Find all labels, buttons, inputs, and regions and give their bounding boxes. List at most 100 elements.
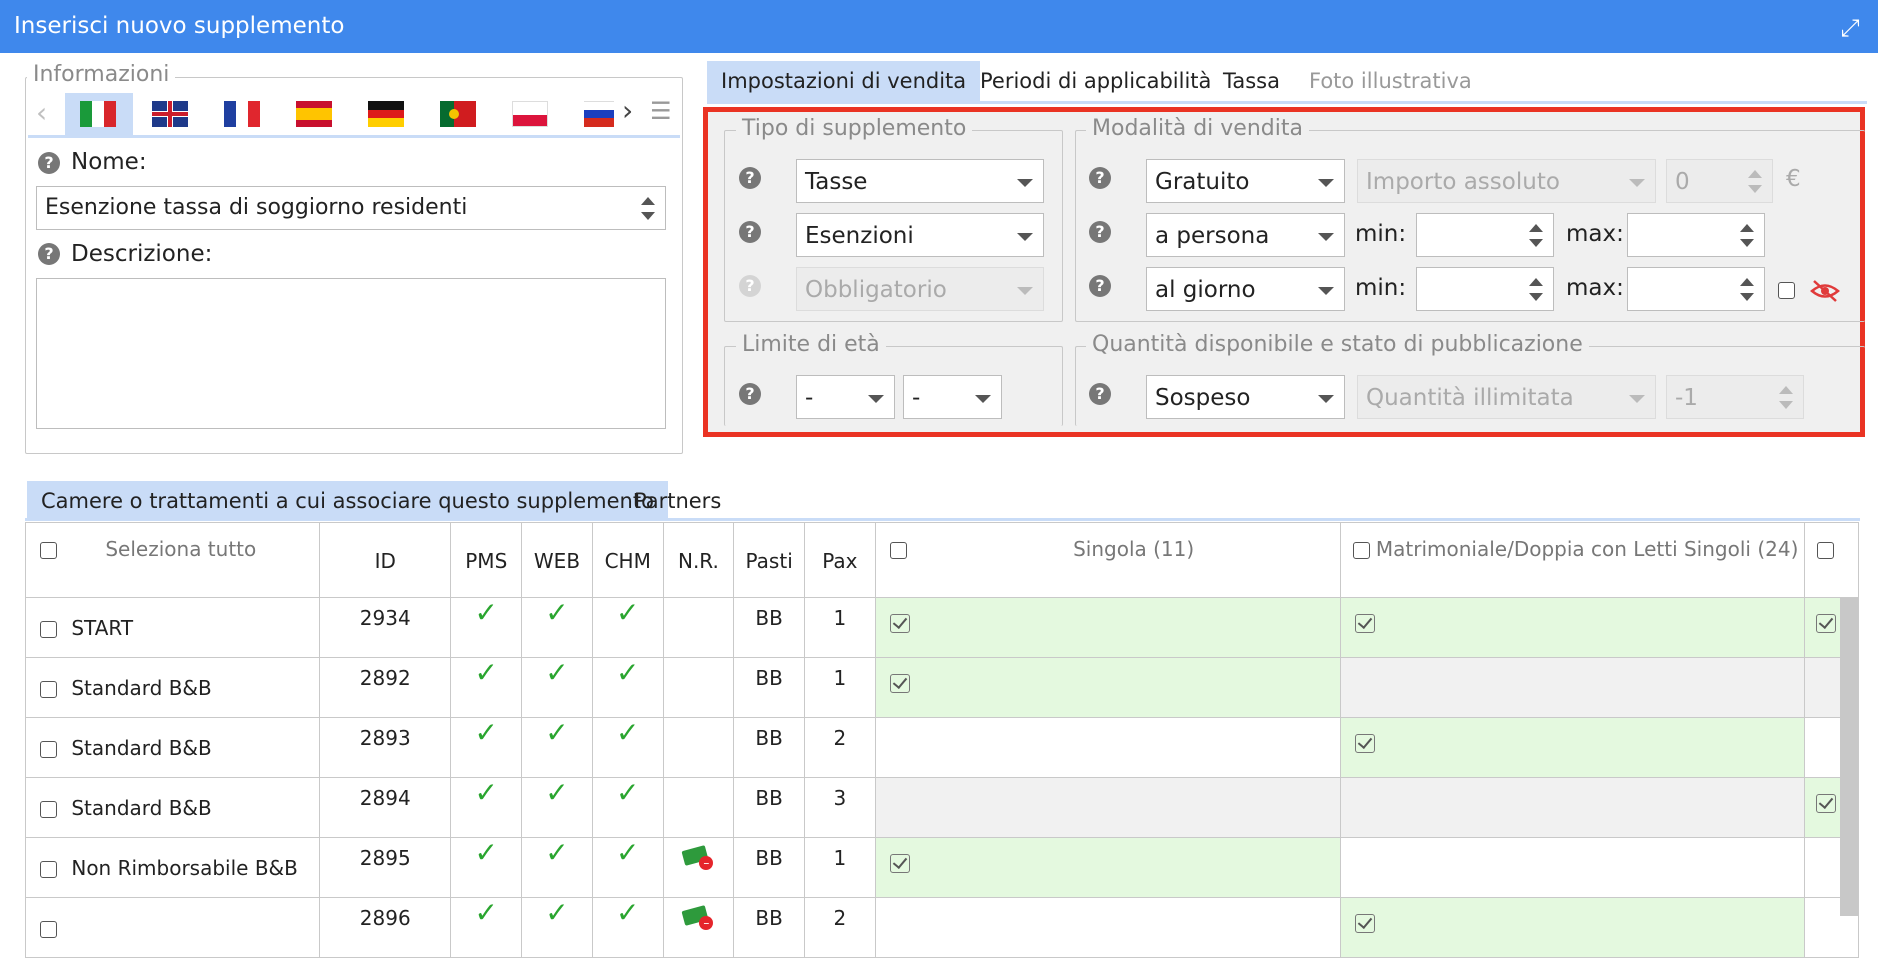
- check-icon: ✓: [474, 716, 498, 749]
- max-label: max:: [1566, 221, 1624, 247]
- row-pasti: BB: [733, 777, 805, 838]
- checked-box-icon[interactable]: [1354, 614, 1375, 633]
- name-input-value: Esenzione tassa di soggiorno residenti: [45, 195, 468, 220]
- web-cell: ✓: [521, 717, 593, 778]
- status-select[interactable]: Sospeso: [1146, 375, 1345, 419]
- room-2-cell[interactable]: [1339, 897, 1806, 958]
- nr-cell: [662, 657, 735, 718]
- row-id: 2894: [319, 777, 452, 838]
- checked-box-icon[interactable]: [1816, 794, 1837, 813]
- per-unit-select[interactable]: a persona: [1146, 213, 1345, 257]
- age-from-select[interactable]: -: [796, 375, 895, 419]
- flag-it-icon[interactable]: [80, 101, 116, 127]
- scrollbar[interactable]: [1840, 598, 1858, 916]
- row-name-cell: Standard B&B: [24, 657, 321, 718]
- room-1-cell: [874, 897, 1341, 958]
- description-textarea[interactable]: [36, 278, 666, 429]
- chevron-right-icon[interactable]: ›: [622, 94, 633, 127]
- row-checkbox[interactable]: [40, 861, 57, 878]
- age-to-select[interactable]: -: [903, 375, 1002, 419]
- pms-cell: ✓: [450, 897, 523, 958]
- pms-header: PMS: [450, 522, 523, 598]
- checked-box-icon[interactable]: [1816, 614, 1837, 633]
- tab-camere-trattamenti[interactable]: Camere o trattamenti a cui associare que…: [27, 481, 668, 521]
- row-pax: 2: [804, 897, 876, 958]
- tab-periodi-applicabilita[interactable]: Periodi di applicabilità: [966, 61, 1225, 101]
- row-checkbox[interactable]: [40, 681, 57, 698]
- room-3-header: [1804, 522, 1859, 598]
- min-persons-input[interactable]: [1416, 213, 1554, 257]
- room-singola-header: Singola (11): [874, 522, 1341, 598]
- checked-box-icon[interactable]: [1354, 734, 1375, 753]
- room-matrimoniale-checkbox[interactable]: [1352, 542, 1370, 559]
- room-2-cell[interactable]: [1339, 597, 1806, 658]
- chevron-left-icon[interactable]: ‹: [36, 96, 47, 129]
- help-icon[interactable]: ?: [739, 221, 761, 243]
- checked-box-icon[interactable]: [889, 674, 910, 693]
- tab-partners[interactable]: Partners: [620, 481, 735, 521]
- flag-ru-icon[interactable]: [584, 101, 614, 127]
- room-1-cell[interactable]: [874, 657, 1341, 718]
- room-3-checkbox[interactable]: [1817, 542, 1835, 559]
- row-pasti: BB: [733, 717, 805, 778]
- flag-uk-icon[interactable]: [152, 101, 188, 127]
- name-input[interactable]: Esenzione tassa di soggiorno residenti: [36, 186, 666, 230]
- row-checkbox[interactable]: [40, 921, 57, 938]
- room-2-cell[interactable]: [1339, 717, 1806, 778]
- list-icon[interactable]: ☰: [650, 97, 672, 125]
- flag-de-icon[interactable]: [368, 101, 404, 127]
- help-icon[interactable]: ?: [1089, 275, 1111, 297]
- row-checkbox[interactable]: [40, 741, 57, 758]
- flag-es-icon[interactable]: [296, 101, 332, 127]
- expand-icon[interactable]: ⤢: [1836, 14, 1864, 42]
- id-header: ID: [319, 522, 452, 598]
- help-icon[interactable]: ?: [1089, 383, 1111, 405]
- subcategory-select[interactable]: Esenzioni: [796, 213, 1044, 257]
- pricing-select[interactable]: Gratuito: [1146, 159, 1345, 203]
- tab-foto-illustrativa[interactable]: Foto illustrativa: [1295, 61, 1486, 101]
- settings-tab-bar: [707, 101, 1867, 104]
- row-name: START: [71, 616, 134, 640]
- eye-hidden-icon[interactable]: [1810, 278, 1840, 304]
- quantita-legend: Quantità disponibile e stato di pubblica…: [1086, 333, 1589, 357]
- help-icon[interactable]: ?: [1089, 167, 1111, 189]
- max-days-input[interactable]: [1627, 267, 1765, 311]
- help-icon[interactable]: ?: [1089, 221, 1111, 243]
- hide-checkbox[interactable]: [1778, 282, 1795, 299]
- web-cell: ✓: [521, 897, 593, 958]
- flag-pl-icon[interactable]: [512, 101, 548, 127]
- row-checkbox[interactable]: [40, 621, 57, 638]
- tab-tassa[interactable]: Tassa: [1209, 61, 1294, 101]
- room-matrimoniale-header: Matrimoniale/Doppia con Letti Singoli (2…: [1339, 522, 1806, 598]
- help-icon[interactable]: ?: [739, 383, 761, 405]
- category-select[interactable]: Tasse: [796, 159, 1044, 203]
- status-value: Sospeso: [1155, 385, 1251, 411]
- help-icon[interactable]: ?: [38, 243, 60, 265]
- room-singola-checkbox[interactable]: [889, 542, 907, 559]
- row-pasti: BB: [733, 597, 805, 658]
- qty-type-select: Quantità illimitata: [1357, 375, 1656, 419]
- flag-pt-icon[interactable]: [440, 101, 476, 127]
- room-1-cell[interactable]: [874, 837, 1341, 898]
- pax-header: Pax: [804, 522, 876, 598]
- max-persons-input[interactable]: [1627, 213, 1765, 257]
- check-icon: ✓: [474, 596, 498, 629]
- row-checkbox[interactable]: [40, 801, 57, 818]
- room-singola-label: Singola (11): [1073, 537, 1195, 561]
- chm-cell: ✓: [591, 716, 664, 778]
- max-label: max:: [1566, 275, 1624, 301]
- row-name: Non Rimborsabile B&B: [71, 856, 298, 880]
- per-time-select[interactable]: al giorno: [1146, 267, 1345, 311]
- flag-fr-icon[interactable]: [224, 101, 260, 127]
- check-icon: ✓: [615, 716, 640, 749]
- tab-impostazioni-vendita[interactable]: Impostazioni di vendita: [707, 61, 981, 101]
- room-1-cell[interactable]: [874, 597, 1341, 658]
- checked-box-icon[interactable]: [889, 614, 910, 633]
- min-days-input[interactable]: [1416, 267, 1554, 311]
- checked-box-icon[interactable]: [1354, 914, 1375, 933]
- room-matrimoniale-label: Matrimoniale/Doppia con Letti Singoli (2…: [1375, 537, 1799, 561]
- checked-box-icon[interactable]: [889, 854, 910, 873]
- help-icon[interactable]: ?: [739, 167, 761, 189]
- select-all-checkbox[interactable]: [40, 542, 57, 559]
- help-icon[interactable]: ?: [38, 152, 60, 174]
